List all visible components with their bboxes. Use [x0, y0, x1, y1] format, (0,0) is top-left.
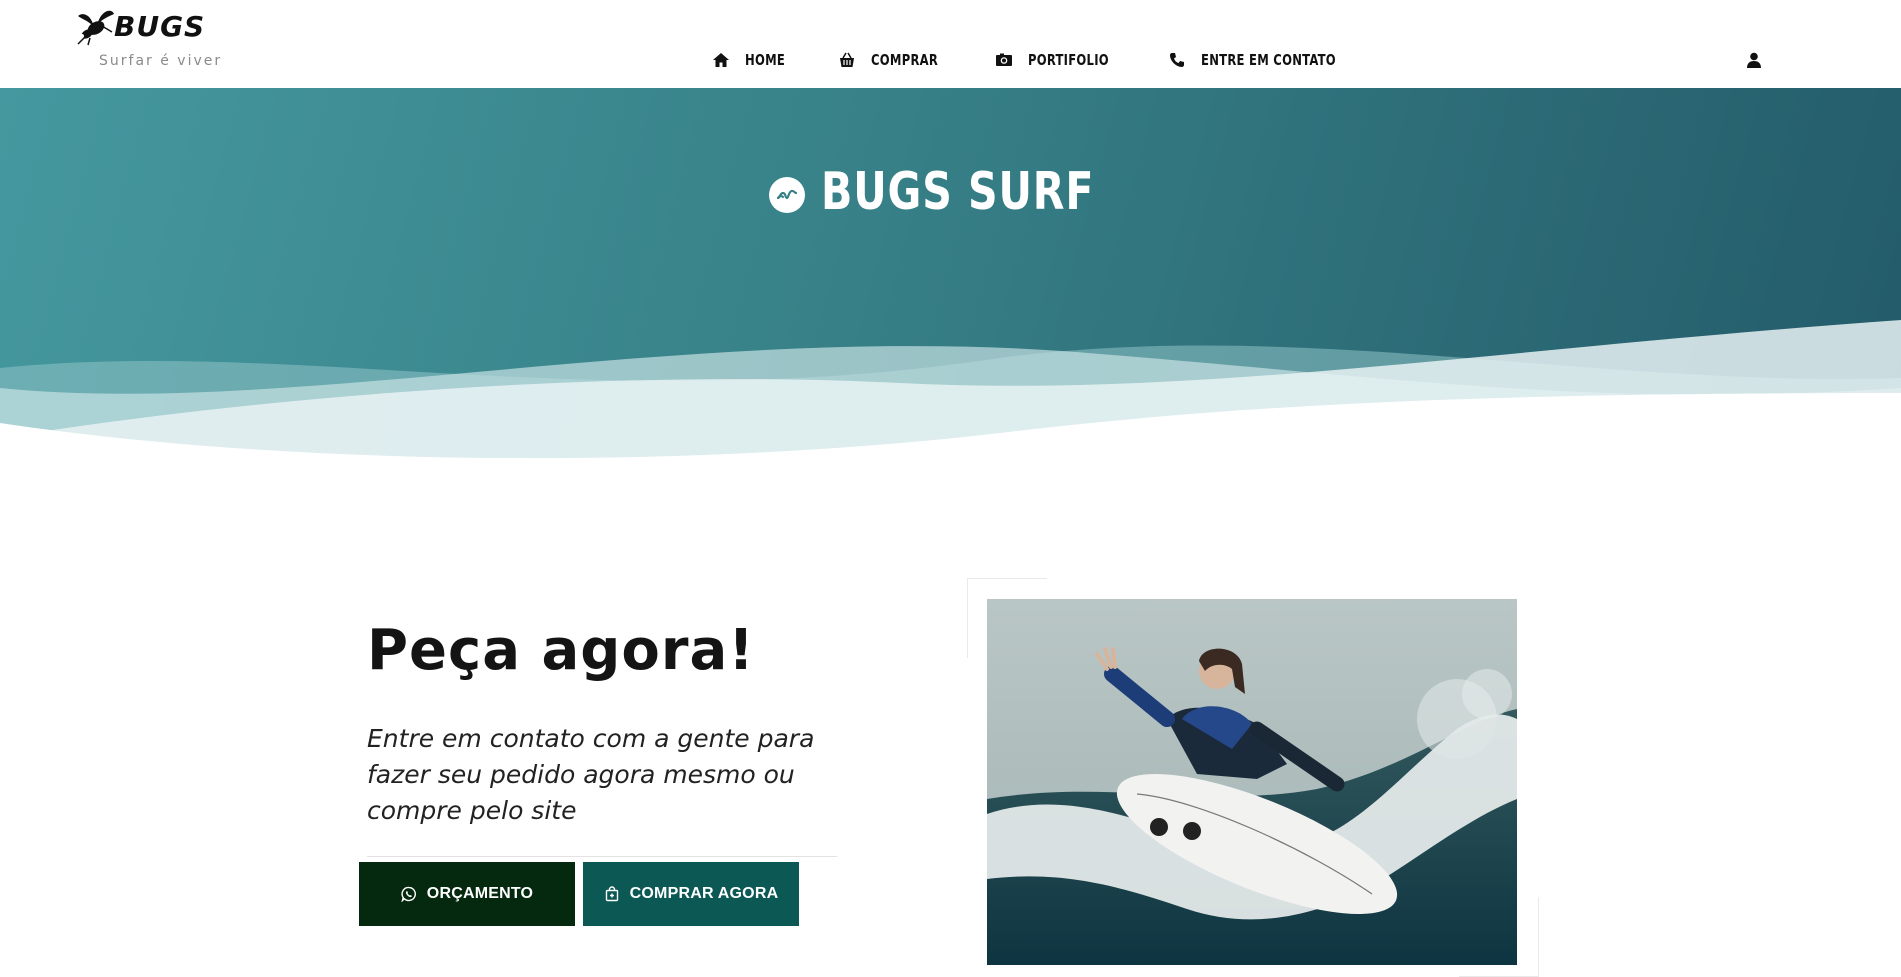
logo-text: BUGS [114, 10, 206, 43]
main-nav: HOME COMPRAR PORTIFOLIO ENTRE EM CONTATO [712, 48, 1404, 72]
cta-title: Peça agora! [367, 618, 755, 683]
hero-banner: BUGS SURF [0, 88, 1901, 508]
user-icon[interactable] [1745, 51, 1763, 69]
basket-icon [839, 52, 854, 67]
surfer-photo [987, 599, 1517, 965]
comprar-agora-label: COMPRAR AGORA [629, 885, 779, 902]
camera-icon [995, 53, 1012, 66]
frame-corner-right [1538, 897, 1539, 977]
cta-description: Entre em contato com a gente para fazer … [367, 724, 815, 825]
nav-portifolio[interactable]: PORTIFOLIO [995, 51, 1122, 69]
frame-corner-left [967, 578, 968, 658]
nav-comprar[interactable]: COMPRAR [838, 51, 949, 69]
nav-contato[interactable]: ENTRE EM CONTATO [1168, 51, 1358, 69]
cta-section: Peça agora! Entre em contato com a gente… [0, 508, 1901, 977]
hero-waves [0, 320, 1901, 508]
comprar-agora-button[interactable]: COMPRAR AGORA [583, 862, 799, 926]
orcamento-label: ORÇAMENTO [426, 885, 534, 902]
home-icon [713, 53, 729, 67]
whatsapp-icon [401, 886, 416, 902]
nav-portifolio-label: PORTIFOLIO [1027, 51, 1109, 69]
phone-icon [1169, 53, 1184, 67]
nav-home[interactable]: HOME [712, 51, 792, 69]
logo[interactable]: BUGS Surfar é viver [72, 4, 242, 74]
nav-comprar-label: COMPRAR [870, 51, 938, 69]
divider [367, 856, 837, 857]
shopping-bag-icon [605, 886, 618, 902]
bee-icon [77, 10, 114, 46]
site-header: BUGS Surfar é viver HOME COMPRAR PORTIFO… [0, 0, 1901, 88]
nav-contato-label: ENTRE EM CONTATO [1200, 51, 1336, 69]
logo-tagline: Surfar é viver [99, 53, 223, 69]
frame-corner-top [967, 578, 1047, 579]
nav-home-label: HOME [745, 51, 786, 69]
orcamento-button[interactable]: ORÇAMENTO [359, 862, 575, 926]
